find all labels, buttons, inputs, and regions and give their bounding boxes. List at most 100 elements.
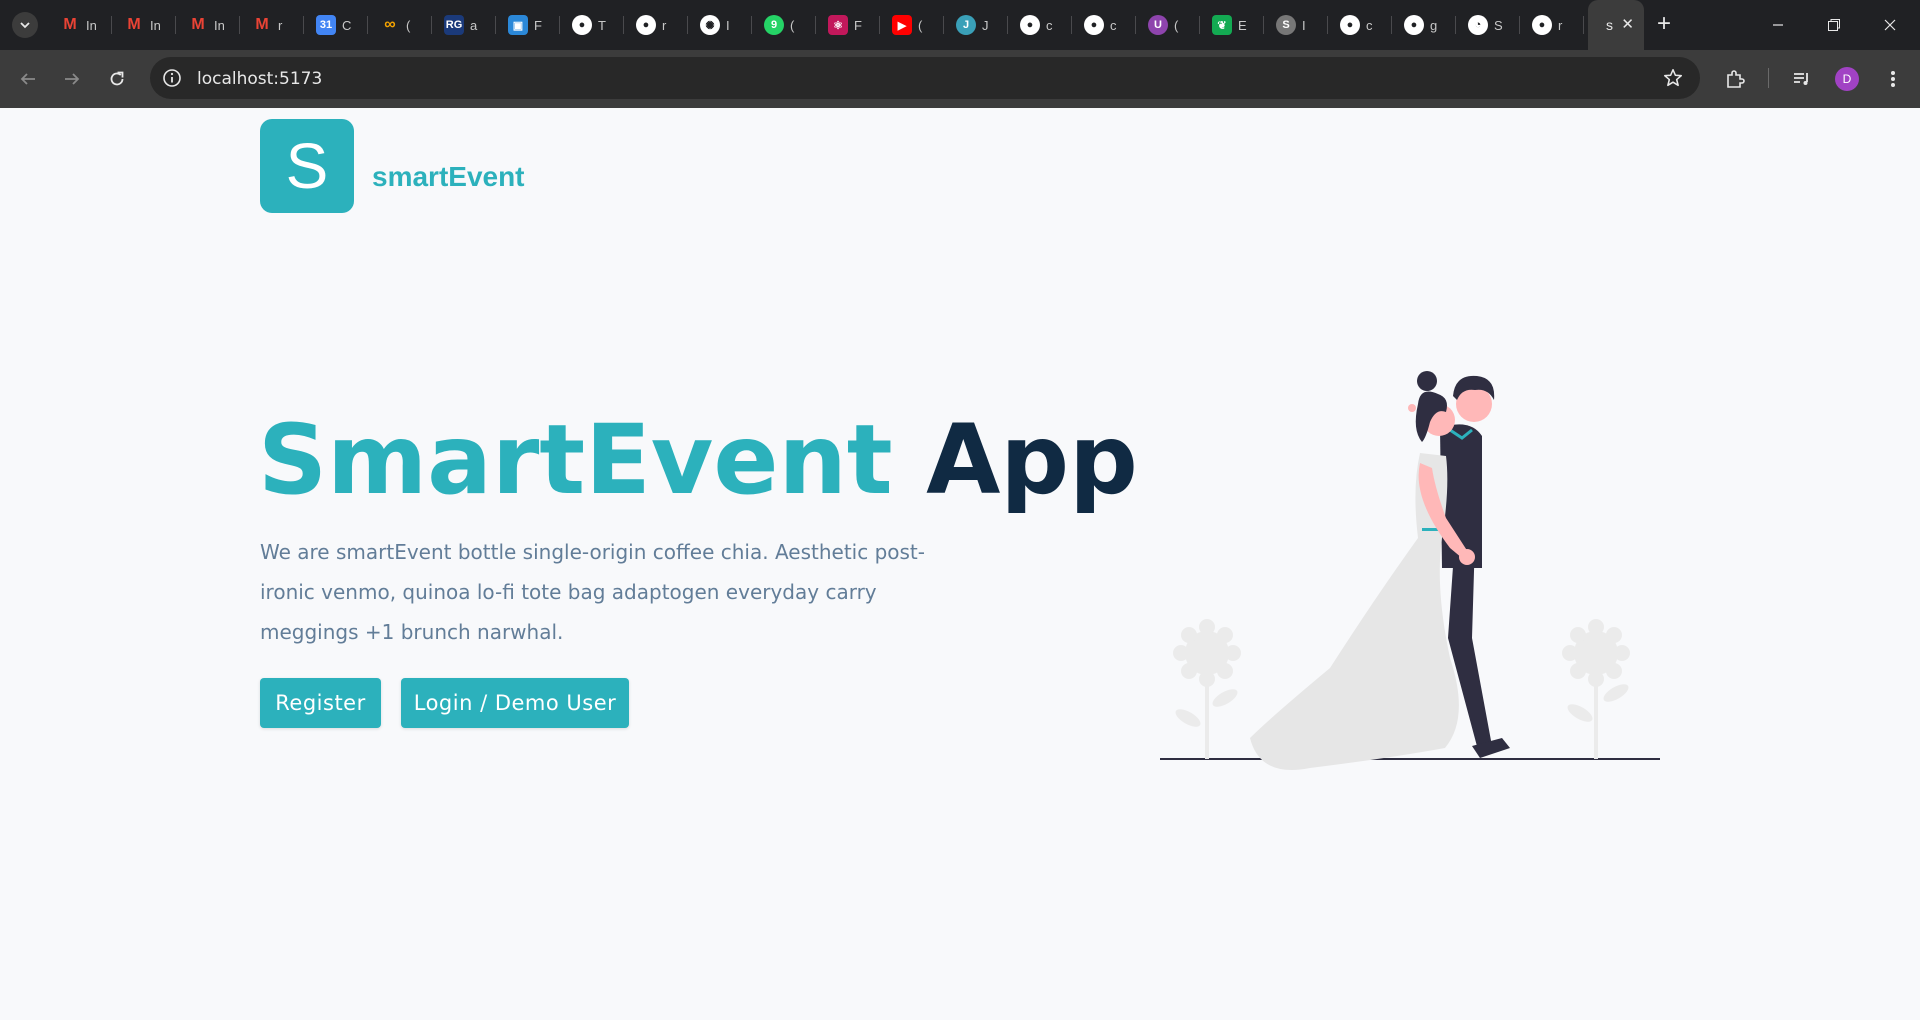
browser-tab[interactable]: ✺ I (688, 0, 752, 50)
restore-icon (1828, 19, 1840, 31)
mongodb-icon: ❦ (1212, 15, 1232, 35)
back-button[interactable] (13, 64, 43, 94)
tab-title: ( (1174, 17, 1179, 33)
browser-tab[interactable]: ⚛ F (816, 0, 880, 50)
browser-tab[interactable]: ◔ S (1456, 0, 1520, 50)
react-icon: ⚛ (828, 15, 848, 35)
tab-title: In (150, 17, 160, 33)
browser-tab[interactable]: Mr (240, 0, 304, 50)
browser-tab[interactable]: ● T (560, 0, 624, 50)
browser-tab[interactable]: JJ (944, 0, 1008, 50)
address-bar[interactable]: localhost:5173 (150, 57, 1700, 99)
github-icon: ● (1084, 15, 1104, 35)
tab-title: c (1110, 17, 1117, 33)
tab-title: c (1366, 17, 1373, 33)
browser-tab[interactable]: ● c (1328, 0, 1392, 50)
tab-title: F (534, 17, 542, 33)
browser-tab[interactable]: ● g (1392, 0, 1456, 50)
browser-tab[interactable]: M In (112, 0, 176, 50)
tab-title: g (1430, 17, 1438, 33)
tab-title: J (982, 17, 989, 33)
wedding-couple-illustration (1160, 371, 1660, 770)
hero-description: We are smartEvent bottle single-origin c… (260, 540, 925, 644)
tab-title: C (342, 17, 352, 33)
openai-icon: ✺ (700, 15, 720, 35)
restore-button[interactable] (1806, 0, 1862, 50)
browser-tab[interactable]: ● r (1520, 0, 1584, 50)
browser-tab[interactable]: M In (48, 0, 112, 50)
browser-tab[interactable]: ● c (1072, 0, 1136, 50)
tab-title: c (1046, 17, 1053, 33)
tab-title: F (854, 17, 862, 33)
tab-title: r (662, 17, 667, 33)
logo[interactable]: S (260, 119, 354, 213)
menu-button[interactable] (1878, 64, 1908, 94)
browser-tab[interactable]: ❦ E (1200, 0, 1264, 50)
flower-left (1173, 619, 1241, 759)
browser-tab[interactable]: ● c (1008, 0, 1072, 50)
puzzle-icon (1727, 70, 1745, 88)
windows-icon: ▣ (508, 15, 528, 35)
browser-tab[interactable]: ▣ F (496, 0, 560, 50)
tab-title: r (1558, 17, 1563, 33)
reload-button[interactable] (102, 64, 132, 94)
tab-strip: M In M In M In Mr 31 C ∞(RG a ▣ F ● T ● r ✺ I 9(⚛ F ▶(J J ● c ● c U… (0, 0, 1920, 50)
tab-search-button[interactable] (12, 12, 38, 38)
page-content: S smartEvent SmartEvent App We are smart… (0, 108, 1920, 1020)
media-list-icon (1794, 73, 1808, 85)
github-icon: ● (1404, 15, 1424, 35)
tab-list: M In M In M In Mr 31 C ∞(RG a ▣ F ● T ● r ✺ I 9(⚛ F ▶(J J ● c ● c U… (48, 0, 1644, 50)
kebab-menu-icon (1891, 71, 1895, 87)
whatsapp-icon: 9 (764, 15, 784, 35)
media-control-button[interactable] (1787, 64, 1817, 94)
tab-title: s (1606, 17, 1613, 33)
github-icon: ● (1020, 15, 1040, 35)
s-circle-icon: S (1276, 15, 1296, 35)
browser-tab[interactable]: 9( (752, 0, 816, 50)
avatar: D (1835, 67, 1859, 91)
login-demo-button[interactable]: Login / Demo User (401, 678, 629, 728)
site-info-icon[interactable] (162, 68, 182, 88)
hero-title-rest: App (926, 404, 1138, 516)
bookmark-star-icon[interactable] (1662, 67, 1684, 89)
browser-tab[interactable]: M In (176, 0, 240, 50)
close-tab-icon[interactable]: ✕ (1621, 15, 1634, 33)
arrow-right-icon (65, 73, 80, 85)
extensions-button[interactable] (1720, 64, 1750, 94)
tab-title: In (214, 17, 224, 33)
tab-title: I (726, 17, 730, 33)
browser-tab[interactable]: U( (1136, 0, 1200, 50)
profile-button[interactable]: D (1832, 64, 1862, 94)
github-icon: ● (1532, 15, 1552, 35)
browser-tab[interactable]: 31 C (304, 0, 368, 50)
infinity-icon: ∞ (384, 16, 396, 33)
browser-tab[interactable]: SI (1264, 0, 1328, 50)
forward-button[interactable] (57, 64, 87, 94)
register-button[interactable]: Register (260, 678, 381, 728)
close-window-button[interactable] (1862, 0, 1918, 50)
tab-title: S (1494, 17, 1503, 33)
minimize-icon (1773, 24, 1783, 26)
close-icon (1884, 19, 1896, 31)
j-icon: J (956, 15, 976, 35)
url-text[interactable]: localhost:5173 (197, 69, 322, 89)
browser-toolbar: localhost:5173 D (0, 50, 1920, 108)
youtube-icon: ▶ (892, 15, 912, 35)
reload-icon (110, 71, 124, 86)
browser-tab[interactable]: ▶( (880, 0, 944, 50)
browser-tab[interactable]: ∞( (368, 0, 432, 50)
tab-title: In (86, 17, 96, 33)
gauge-icon: ◔ (1468, 15, 1488, 35)
hero-title-accent: SmartEvent (258, 404, 893, 516)
tab-title: ( (918, 17, 923, 33)
browser-tab[interactable]: RG a (432, 0, 496, 50)
active-browser-tab[interactable]: s ✕ (1588, 0, 1644, 50)
new-tab-button[interactable]: + (1650, 11, 1678, 39)
gmail-icon: M (63, 16, 77, 33)
browser-tab[interactable]: ● r (624, 0, 688, 50)
calendar-icon: 31 (316, 15, 336, 35)
minimize-button[interactable] (1750, 0, 1806, 50)
tab-title: T (598, 17, 606, 33)
tab-title: E (1238, 17, 1247, 33)
github-icon: ● (636, 15, 656, 35)
